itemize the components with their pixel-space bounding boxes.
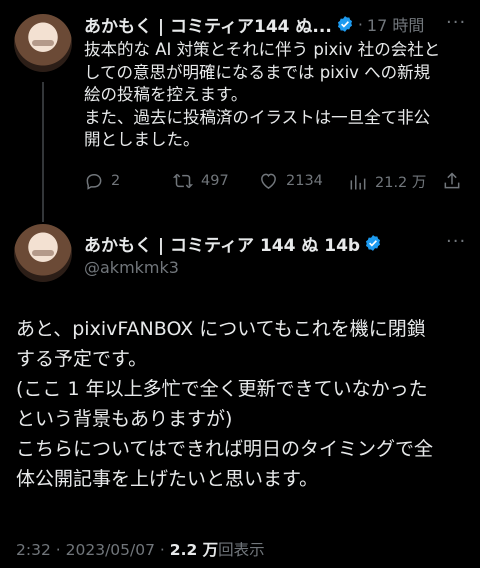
more-icon[interactable]: ··· (446, 231, 466, 252)
timestamp[interactable]: 17 時間 (367, 12, 424, 36)
like-icon (261, 173, 276, 189)
verified-badge-icon (364, 234, 382, 252)
share-icon (444, 172, 460, 189)
separator-dot: · (357, 14, 363, 34)
views-label: 回表示 (218, 541, 265, 559)
verified-badge-icon (336, 15, 354, 33)
views-count: 21.2 万 (375, 175, 427, 191)
views-icon (350, 174, 366, 189)
reply-count: 2 (111, 173, 121, 189)
reply-icon (86, 174, 102, 190)
like-button[interactable]: 2134 (258, 171, 323, 191)
retweet-icon (172, 173, 194, 189)
user-handle[interactable]: @akmkmk3 (84, 258, 179, 277)
reply-button[interactable]: 2 (84, 171, 120, 191)
tweet-footer: 2:32 · 2023/05/07 · 2.2 万回表示 (16, 538, 265, 560)
tweet-text: あと、pixivFANBOX についてもこれを機に閉鎖 する予定です。 (ここ … (16, 318, 434, 490)
separator-dot: · (55, 541, 61, 559)
avatar[interactable] (14, 224, 72, 282)
share-button[interactable] (442, 171, 462, 191)
tweet-header: あかもく | コミティア 144 ぬ 14b (84, 231, 382, 256)
views-count[interactable]: 2.2 万 (170, 541, 218, 559)
action-bar: 2 497 2134 21.2 万 (84, 171, 464, 195)
tweet-date[interactable]: 2023/05/07 (66, 541, 155, 559)
tweet-text: 抜本的な AI 対策とそれに伴う pixiv 社の会社と しての意思が明確になる… (84, 40, 441, 149)
display-name[interactable]: あかもく | コミティア144 ぬ... (84, 12, 332, 37)
retweet-button[interactable]: 497 (172, 171, 229, 191)
views-button[interactable]: 21.2 万 (348, 171, 426, 192)
display-name[interactable]: あかもく | コミティア 144 ぬ 14b (84, 231, 360, 256)
tweet-time[interactable]: 2:32 (16, 541, 51, 559)
tweet-header: あかもく | コミティア144 ぬ... · 17 時間 (84, 12, 424, 37)
more-icon[interactable]: ··· (446, 12, 466, 33)
separator-dot: · (159, 541, 165, 559)
avatar[interactable] (14, 14, 72, 72)
thread-line (42, 82, 44, 222)
retweet-count: 497 (201, 173, 229, 189)
like-count: 2134 (286, 173, 323, 189)
